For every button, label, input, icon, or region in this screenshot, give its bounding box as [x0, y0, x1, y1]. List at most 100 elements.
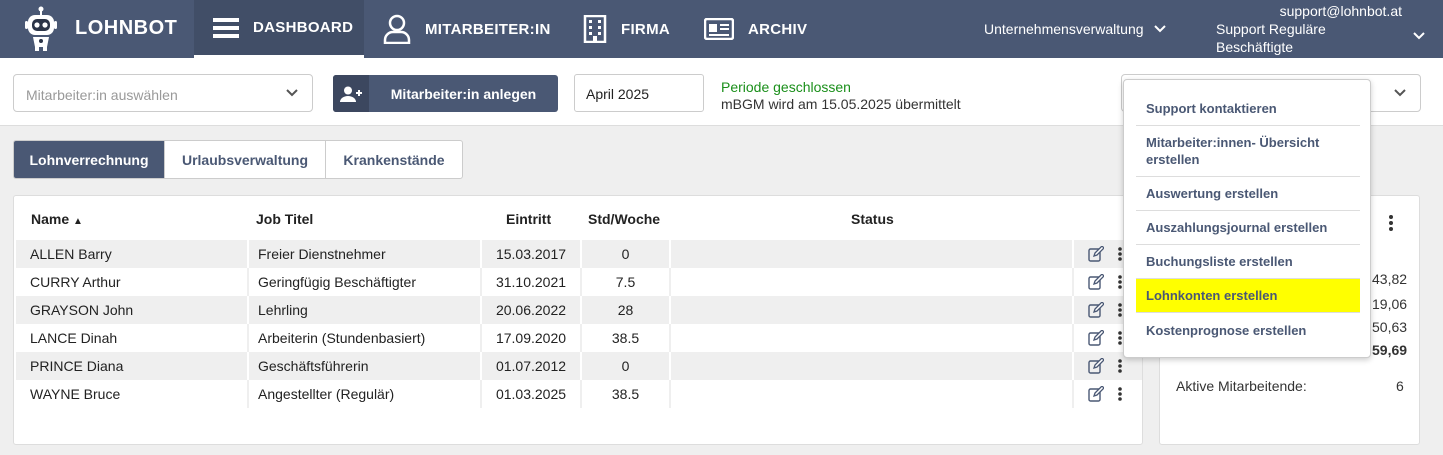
user-menu[interactable]: support@lohnbot.at Support Reguläre Besc… [1216, 0, 1402, 58]
robot-logo-icon [25, 6, 57, 51]
cell-job-title: Geringfügig Beschäftigter [247, 268, 480, 296]
cell-status [669, 352, 1072, 380]
summary-value-3: 50,63 [1372, 319, 1408, 335]
header-status[interactable]: Status [851, 211, 894, 227]
menu-auszahlungsjournal[interactable]: Auszahlungsjournal erstellen [1136, 211, 1360, 245]
user-email: support@lohnbot.at [1279, 3, 1402, 19]
cell-std-woche: 0 [580, 352, 669, 380]
cell-eintritt: 17.09.2020 [480, 324, 580, 352]
cell-status [669, 324, 1072, 352]
menu-uebersicht[interactable]: Mitarbeiter:innen- Übersicht erstellen [1136, 126, 1360, 177]
top-navigation: LOHNBOT DASHBOARD MITARBEITER:IN FIRMA A… [0, 0, 1443, 58]
hamburger-icon [213, 17, 239, 38]
cell-job-title: Geschäftsführerin [247, 352, 480, 380]
menu-auswertung[interactable]: Auswertung erstellen [1136, 177, 1360, 211]
sort-asc-icon: ▲ [73, 216, 83, 227]
cell-name: ALLEN Barry [30, 246, 112, 262]
tab-bar: Lohnverrechnung Urlaubsverwaltung Kranke… [13, 140, 463, 179]
edit-icon[interactable] [1088, 330, 1104, 346]
table-row[interactable]: WAYNE Bruce Angestellter (Regulär) 01.03.2… [16, 380, 1142, 408]
nav-mitarbeiter-label: MITARBEITER:IN [425, 20, 551, 38]
edit-icon[interactable] [1088, 386, 1104, 402]
cell-std-woche: 38.5 [580, 324, 669, 352]
cell-name: LANCE Dinah [30, 330, 118, 346]
cell-std-woche: 7.5 [580, 268, 669, 296]
cell-name: WAYNE Bruce [30, 386, 121, 402]
edit-icon[interactable] [1088, 358, 1104, 374]
table-header: Name ▲ Job Titel Eintritt Std/Woche Stat… [14, 196, 1142, 240]
add-employee-label: Mitarbeiter:in anlegen [390, 85, 537, 102]
cell-status [669, 240, 1072, 268]
cell-status [669, 380, 1072, 408]
menu-buchungsliste[interactable]: Buchungsliste erstellen [1136, 245, 1360, 279]
period-status: Periode geschlossen [721, 79, 851, 95]
add-employee-button[interactable]: Mitarbeiter:in anlegen [333, 75, 558, 112]
chevron-down-icon[interactable] [1413, 32, 1425, 40]
header-job[interactable]: Job Titel [256, 211, 313, 227]
table-row[interactable]: LANCE Dinah Arbeiterin (Stundenbasiert) 17… [16, 324, 1142, 352]
edit-icon[interactable] [1088, 274, 1104, 290]
table-row[interactable]: PRINCE Diana Geschäftsführerin 01.07.2012 0 [16, 352, 1142, 380]
cell-eintritt: 31.10.2021 [480, 268, 580, 296]
user-role: Support Reguläre Beschäftigte [1216, 21, 1326, 55]
cell-job-title: Lehrling [247, 296, 480, 324]
edit-icon[interactable] [1088, 246, 1104, 262]
table-row[interactable]: ALLEN Barry Freier Dienstnehmer 15.03.2017… [16, 240, 1142, 268]
chevron-down-icon [286, 89, 298, 97]
more-options-icon[interactable] [1117, 386, 1123, 402]
edit-icon[interactable] [1088, 302, 1104, 318]
summary-value-1: 43,82 [1372, 271, 1408, 287]
user-icon [383, 14, 411, 44]
nav-dashboard[interactable]: DASHBOARD [194, 0, 364, 58]
menu-support[interactable]: Support kontaktieren [1136, 92, 1360, 126]
cell-eintritt: 15.03.2017 [480, 240, 580, 268]
company-menu[interactable]: Unternehmensverwaltung [984, 0, 1166, 58]
cell-job-title: Freier Dienstnehmer [247, 240, 480, 268]
header-std[interactable]: Std/Woche [588, 211, 660, 227]
more-options-icon[interactable] [1117, 358, 1123, 374]
header-name[interactable]: Name ▲ [31, 211, 83, 227]
table-row[interactable]: CURRY Arthur Geringfügig Beschäftigter 31.… [16, 268, 1142, 296]
more-options-icon[interactable] [1386, 214, 1396, 232]
chevron-down-icon [1153, 25, 1166, 33]
menu-lohnkonten[interactable]: Lohnkonten erstellen [1136, 279, 1360, 313]
cell-status [669, 268, 1072, 296]
menu-kostenprognose[interactable]: Kostenprognose erstellen [1136, 313, 1360, 347]
active-employees-label: Aktive Mitarbeitende: [1176, 378, 1307, 394]
nav-firma[interactable]: FIRMA [583, 0, 670, 58]
employee-table: Name ▲ Job Titel Eintritt Std/Woche Stat… [13, 195, 1143, 445]
summary-value-2: 19,06 [1372, 296, 1408, 312]
cell-name: PRINCE Diana [30, 358, 124, 374]
cell-eintritt: 01.03.2025 [480, 380, 580, 408]
cell-eintritt: 01.07.2012 [480, 352, 580, 380]
active-employees-count: 6 [1396, 378, 1404, 394]
tab-krankenstaende[interactable]: Krankenstände [326, 141, 462, 178]
add-user-icon [333, 75, 369, 112]
row-actions [1072, 380, 1142, 408]
tab-lohnverrechnung[interactable]: Lohnverrechnung [14, 141, 165, 178]
employee-select-placeholder: Mitarbeiter:in auswählen [26, 87, 178, 103]
nav-mitarbeiter[interactable]: MITARBEITER:IN [383, 0, 551, 58]
nav-dashboard-label: DASHBOARD [253, 19, 354, 36]
tab-urlaubsverwaltung[interactable]: Urlaubsverwaltung [165, 141, 326, 178]
cell-job-title: Angestellter (Regulär) [247, 380, 480, 408]
period-note: mBGM wird am 15.05.2025 übermittelt [721, 96, 961, 112]
cell-job-title: Arbeiterin (Stundenbasiert) [247, 324, 480, 352]
period-input[interactable]: April 2025 [574, 74, 704, 112]
chevron-down-icon [1394, 89, 1406, 97]
summary-value-total: 59,69 [1372, 342, 1408, 358]
header-eintritt[interactable]: Eintritt [506, 211, 551, 227]
cell-name: GRAYSON John [30, 302, 134, 318]
company-menu-label: Unternehmensverwaltung [984, 21, 1144, 37]
building-icon [583, 15, 607, 43]
table-row[interactable]: GRAYSON John Lehrling 20.06.2022 28 [16, 296, 1142, 324]
nav-archiv[interactable]: ARCHIV [704, 0, 807, 58]
cell-eintritt: 20.06.2022 [480, 296, 580, 324]
actions-dropdown-menu: Support kontaktieren Mitarbeiter:innen- … [1123, 79, 1371, 358]
cell-std-woche: 28 [580, 296, 669, 324]
employee-select[interactable]: Mitarbeiter:in auswählen [13, 74, 313, 112]
nav-archiv-label: ARCHIV [748, 20, 808, 38]
archive-icon [704, 18, 734, 40]
nav-firma-label: FIRMA [621, 20, 670, 38]
cell-status [669, 296, 1072, 324]
